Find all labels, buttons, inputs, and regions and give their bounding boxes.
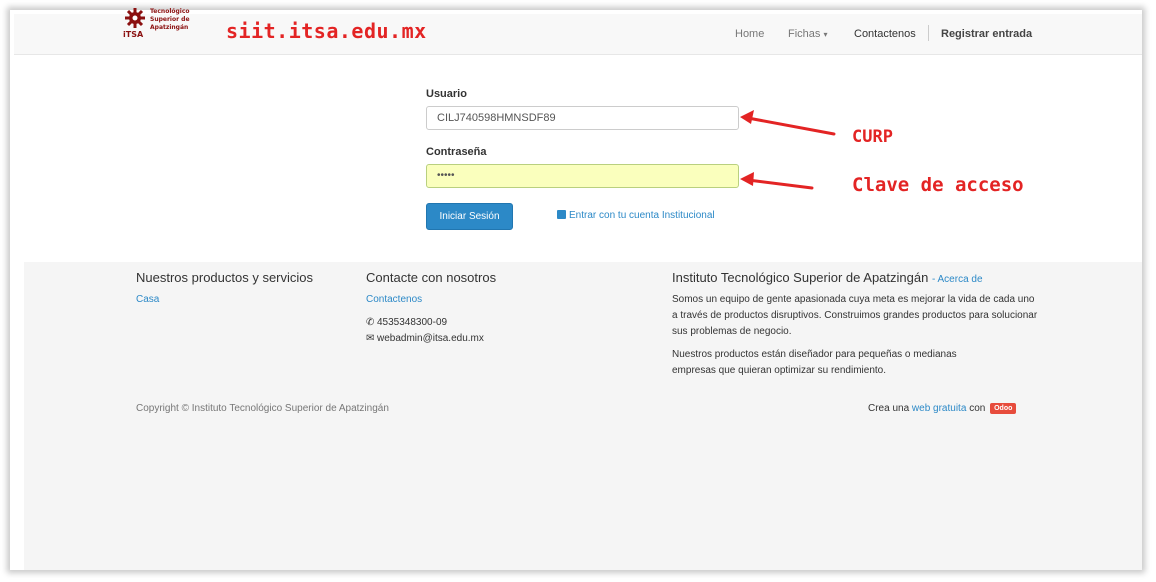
logo-line-1: Tecnológico [150,8,190,15]
crea-web-line: Crea una web gratuita con Odoo [868,403,1017,414]
usuario-label: Usuario [426,88,467,100]
odoo-logo[interactable]: Odoo [990,403,1017,414]
annotation-arrows [740,110,836,190]
envelope-icon: ✉ [366,333,375,344]
copyright-text: Copyright © Instituto Tecnológico Superi… [136,403,389,414]
iniciar-sesion-button[interactable]: Iniciar Sesión [426,203,513,230]
nav-contactenos[interactable]: Contactenos [854,28,916,40]
curp-arrow-shaft [746,116,836,136]
nav-fichas-dropdown[interactable]: Fichas ▾ [788,28,827,40]
clave-annotation: Clave de acceso [852,174,1024,196]
about-heading-text: Instituto Tecnológico Superior de Apatzi… [672,270,929,285]
web-gratuita-link[interactable]: web gratuita [912,403,966,414]
nav-fichas-label: Fichas [788,28,821,40]
contact-heading: Contacte con nosotros [366,270,497,285]
site-url-annotation: siit.itsa.edu.mx [226,19,427,43]
usuario-input[interactable]: CILJ740598HMNSDF89 [426,106,739,130]
logo-gear-icon [125,8,145,28]
about-heading: Instituto Tecnológico Superior de Apatzi… [672,270,983,285]
phone-line: ✆ 4535348300-09 [366,315,447,331]
contactenos-link[interactable]: Contactenos [366,294,422,305]
phone-icon: ✆ [366,317,375,328]
email-address: webadmin@itsa.edu.mx [377,333,484,344]
curp-arrowhead-icon [740,110,754,124]
crea-suffix: con [969,403,986,414]
nav-home[interactable]: Home [735,28,764,40]
contrasena-label: Contraseña [426,146,487,158]
institutional-login-link[interactable]: Entrar con tu cuenta Institucional [557,210,715,221]
about-paragraph-2: Nuestros productos están diseñador para … [672,349,957,376]
crea-prefix: Crea una [868,403,910,414]
logo-itsa: iTSA [123,30,144,39]
logo-line-2: Superior de [150,16,190,23]
about-paragraph-1: Somos un equipo de gente apasionada cuya… [672,294,1038,337]
nav-registrar-entrada[interactable]: Registrar entrada [941,28,1032,40]
institutional-link-label: Entrar con tu cuenta Institucional [569,210,715,221]
email-line: ✉ webadmin@itsa.edu.mx [366,331,484,347]
logo-text: Tecnológico Superior de Apatzingán [150,8,210,32]
clave-arrow-shaft [746,178,814,190]
contrasena-input[interactable]: ••••• [426,164,739,188]
caret-down-icon: ▾ [823,30,828,39]
nav-divider [928,25,929,41]
casa-link[interactable]: Casa [136,294,159,305]
curp-annotation: CURP [852,127,893,147]
acerca-de-link[interactable]: - Acerca de [932,274,983,285]
products-heading: Nuestros productos y servicios [136,270,314,285]
institution-icon [557,210,566,219]
phone-number: 4535348300-09 [377,317,448,328]
logo-line-3: Apatzingán [150,24,189,31]
clave-arrowhead-icon [740,172,754,186]
